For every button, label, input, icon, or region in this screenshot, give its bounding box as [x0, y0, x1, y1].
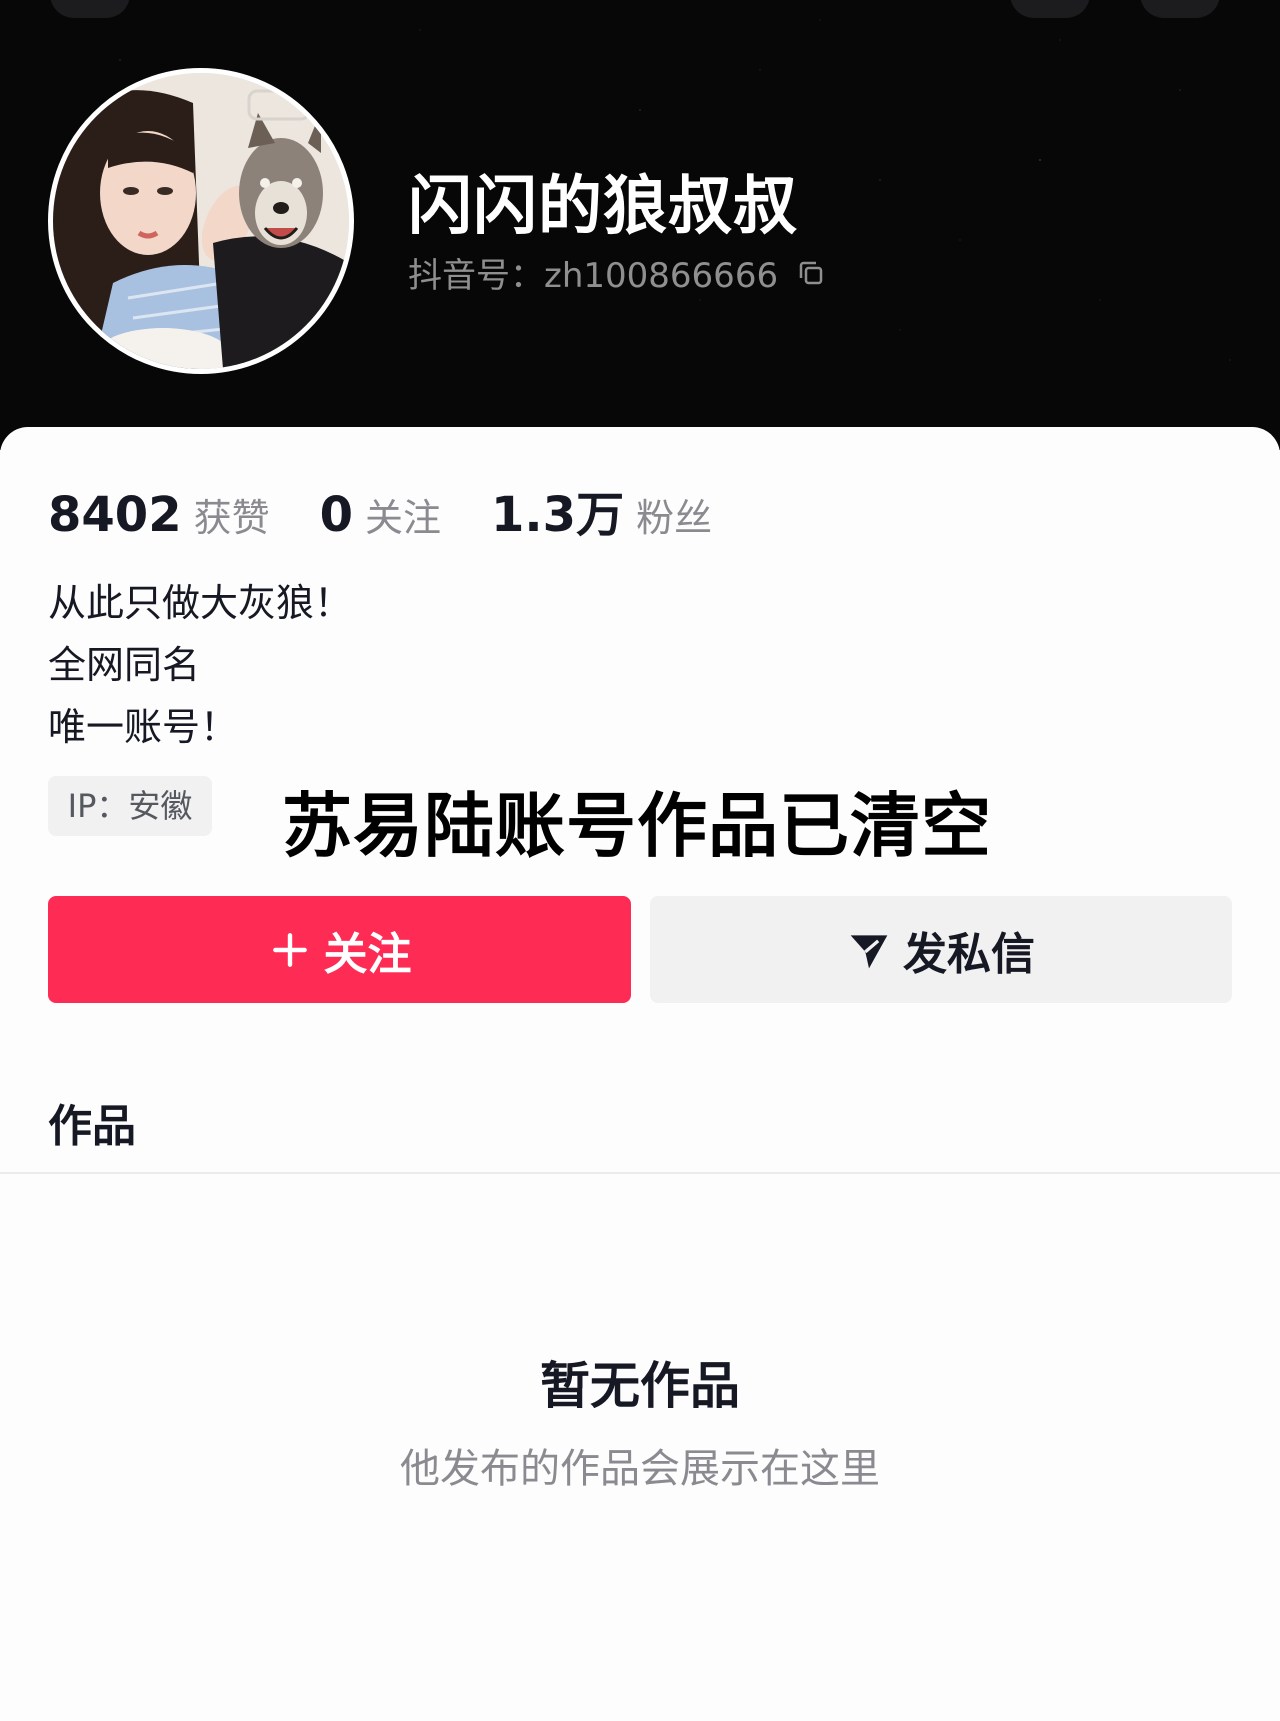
empty-state-title: 暂无作品 [540, 1357, 740, 1415]
stat-label: 关注 [365, 496, 442, 540]
douyin-id-row[interactable]: 抖音号：zh100866666 [408, 248, 826, 297]
follow-button[interactable]: 关注 [48, 896, 631, 1003]
overlay-caption: 苏易陆账号作品已清空 [282, 785, 992, 867]
stat-label: 粉丝 [636, 496, 713, 540]
bio-line: 全网同名 [48, 643, 201, 687]
profile-bio: 从此只做大灰狼！ 全网同名 唯一账号！ [48, 572, 352, 758]
ip-location-tag: IP：安徽 [48, 776, 212, 836]
tab-works[interactable]: 作品 [48, 1090, 136, 1154]
stat-likes[interactable]: 8402 获赞 [48, 487, 270, 543]
follow-button-label: 关注 [323, 928, 412, 980]
douyin-id: 抖音号：zh100866666 [408, 256, 779, 296]
stat-value: 0 [319, 487, 354, 543]
stat-following[interactable]: 0 关注 [320, 487, 441, 543]
profile-nickname: 闪闪的狼叔叔 [408, 170, 798, 244]
stat-followers[interactable]: 1.3万 粉丝 [491, 475, 712, 545]
copy-icon[interactable] [796, 258, 826, 288]
avatar[interactable] [48, 68, 354, 374]
stat-value: 1.3万 [491, 487, 625, 543]
message-button[interactable]: 发私信 [650, 896, 1232, 1003]
stats-row: 8402 获赞 0 关注 1.3万 粉丝 [48, 475, 762, 543]
divider [0, 1172, 1280, 1174]
send-icon [850, 934, 888, 968]
bio-line: 从此只做大灰狼！ [48, 581, 353, 625]
empty-state-subtitle: 他发布的作品会展示在这里 [400, 1446, 880, 1492]
stat-label: 获赞 [193, 496, 270, 540]
plus-icon [272, 932, 307, 967]
message-button-label: 发私信 [903, 928, 1035, 980]
stat-value: 8402 [48, 487, 182, 543]
bio-line: 唯一账号！ [48, 705, 239, 749]
